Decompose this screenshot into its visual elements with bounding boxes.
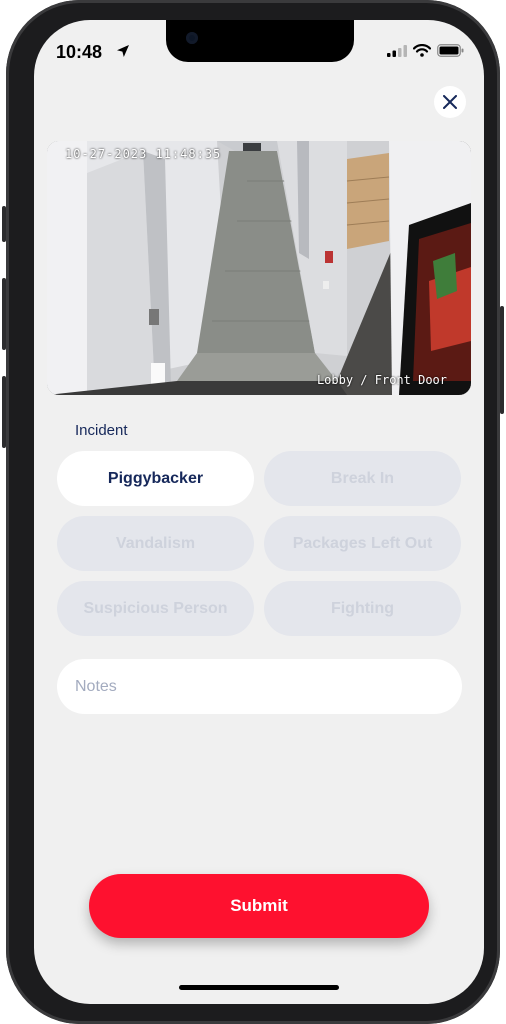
silent-switch xyxy=(2,206,6,242)
phone-frame: 10:48 10-27-2023 11:48:35 Lobby / Front … xyxy=(2,0,504,1024)
camera-name-label: Lobby / Front Door xyxy=(316,373,447,387)
incident-option-piggybacker[interactable]: Piggybacker xyxy=(57,451,254,506)
cellular-signal-icon xyxy=(387,44,407,57)
battery-icon xyxy=(437,44,464,57)
submit-button[interactable]: Submit xyxy=(89,874,429,938)
location-arrow-icon xyxy=(117,45,129,57)
incident-option-vandalism[interactable]: Vandalism xyxy=(57,516,254,571)
home-indicator[interactable] xyxy=(179,985,339,990)
dynamic-notch xyxy=(166,20,354,62)
volume-up-button xyxy=(2,278,6,350)
incident-option-break-in[interactable]: Break In xyxy=(264,451,461,506)
incident-option-fighting[interactable]: Fighting xyxy=(264,581,461,636)
hallway-camera-frame xyxy=(47,141,471,395)
app-screen: 10:48 10-27-2023 11:48:35 Lobby / Front … xyxy=(34,20,484,1004)
status-icons xyxy=(387,44,464,57)
volume-down-button xyxy=(2,376,6,448)
status-time: 10:48 xyxy=(56,42,103,62)
camera-feed[interactable]: 10-27-2023 11:48:35 Lobby / Front Door xyxy=(47,141,471,395)
incident-section-label: Incident xyxy=(75,422,128,439)
close-icon xyxy=(443,95,457,109)
notes-field[interactable]: Notes xyxy=(57,659,462,714)
incident-option-suspicious-person[interactable]: Suspicious Person xyxy=(57,581,254,636)
power-button xyxy=(500,306,504,414)
close-button[interactable] xyxy=(434,86,466,118)
incident-option-packages-left-out[interactable]: Packages Left Out xyxy=(264,516,461,571)
video-timestamp: 10-27-2023 11:48:35 xyxy=(65,147,222,161)
front-camera-icon xyxy=(186,32,198,44)
wifi-icon xyxy=(413,44,431,57)
